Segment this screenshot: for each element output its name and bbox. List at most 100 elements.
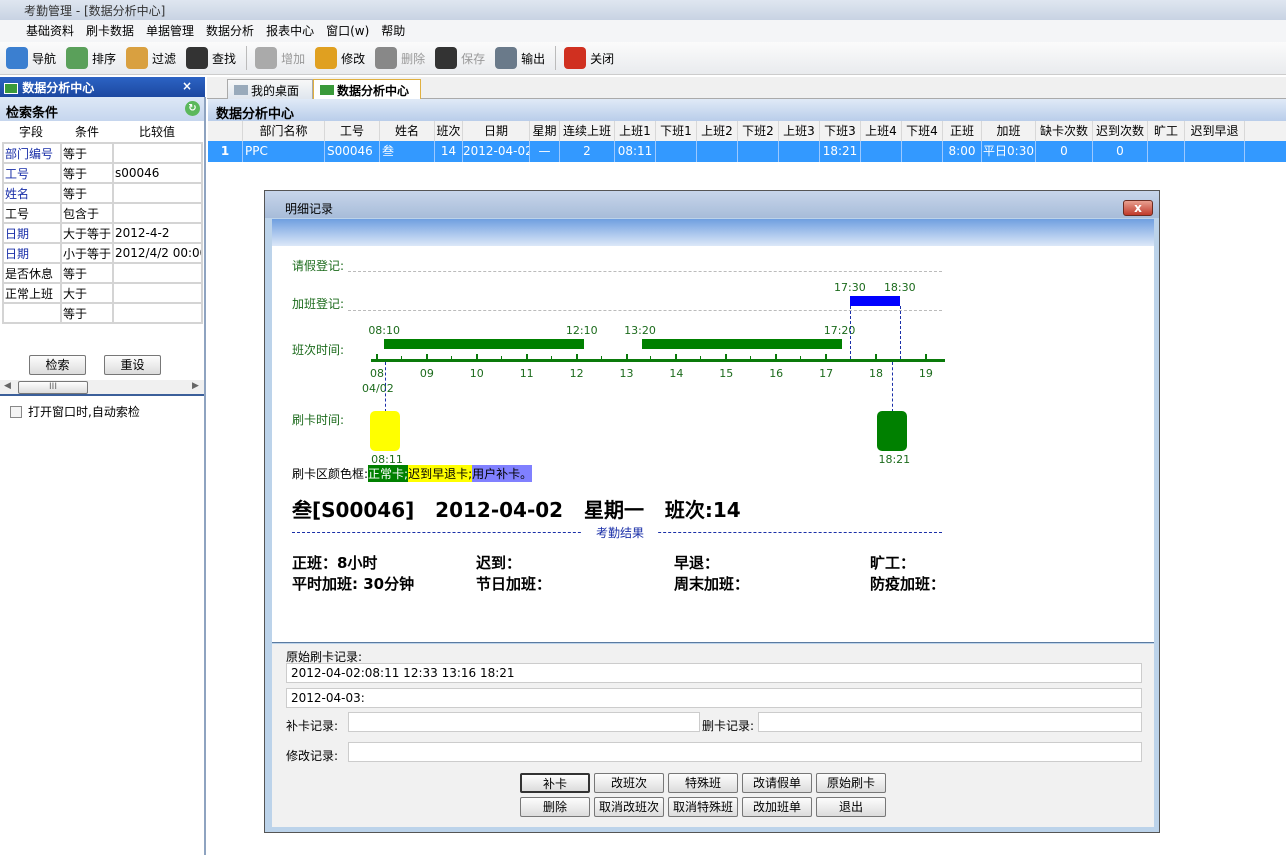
table-cell[interactable]: 平日0:30: [982, 141, 1036, 162]
punch-marker[interactable]: [370, 411, 401, 451]
toolbar-button-pencil[interactable]: 修改: [315, 47, 365, 69]
column-header[interactable]: 部门名称: [243, 121, 325, 141]
toolbar-button-binoculars[interactable]: 查找: [186, 47, 236, 69]
condition-row[interactable]: 工号 等于 s00046: [2, 162, 203, 184]
delete-record-field[interactable]: [758, 712, 1142, 732]
raw-record-line[interactable]: 2012-04-02:08:11 12:33 13:16 18:21: [286, 663, 1142, 683]
scroll-left-arrow[interactable]: ◀: [4, 381, 11, 391]
dialog-title-bar[interactable]: 明细记录: [265, 191, 1159, 218]
table-cell[interactable]: 8:00: [943, 141, 982, 162]
toolbar-button-close-circle[interactable]: 关闭: [564, 47, 614, 69]
dialog-button[interactable]: 删除: [520, 797, 590, 817]
condition-operator[interactable]: 等于: [59, 142, 115, 164]
column-header[interactable]: 上班4: [861, 121, 902, 141]
auto-search-option[interactable]: 打开窗口时,自动索检: [10, 403, 140, 420]
column-header[interactable]: 上班2: [697, 121, 738, 141]
menu-item[interactable]: 报表中心: [266, 20, 314, 42]
column-header[interactable]: 下班1: [656, 121, 697, 141]
condition-operator[interactable]: 大于: [59, 282, 115, 304]
dialog-button[interactable]: 改加班单: [742, 797, 812, 817]
toolbar-button-printer[interactable]: 输出: [495, 47, 545, 69]
dialog-button[interactable]: 改班次: [594, 773, 664, 793]
condition-value[interactable]: 2012/4/2 00:00:: [112, 242, 203, 264]
condition-field[interactable]: 正常上班: [2, 282, 62, 304]
condition-value[interactable]: [112, 262, 203, 284]
condition-field[interactable]: 部门编号: [2, 142, 62, 164]
dialog-button[interactable]: 特殊班: [668, 773, 738, 793]
toolbar-button-hourglass[interactable]: 过滤: [126, 47, 176, 69]
reset-button[interactable]: 重设: [104, 355, 161, 375]
table-cell[interactable]: [738, 141, 779, 162]
toolbar-button-minus-circle[interactable]: 删除: [375, 47, 425, 69]
dialog-button[interactable]: 原始刷卡: [816, 773, 886, 793]
column-header[interactable]: 正班: [943, 121, 982, 141]
auto-search-checkbox[interactable]: [10, 405, 22, 418]
column-header[interactable]: 下班3: [820, 121, 861, 141]
column-header[interactable]: [208, 121, 243, 141]
table-cell[interactable]: [779, 141, 820, 162]
condition-operator[interactable]: 等于: [59, 162, 115, 184]
dialog-button[interactable]: 改请假单: [742, 773, 812, 793]
menu-item[interactable]: 窗口(w): [326, 20, 369, 42]
table-cell[interactable]: [861, 141, 902, 162]
table-cell[interactable]: —: [530, 141, 560, 162]
table-row[interactable]: 1 PPC S00046 叁 14 2012-04-02—2 08:11 18:21 8:00 平…: [208, 141, 1286, 162]
refresh-icon[interactable]: ↻: [185, 101, 200, 116]
condition-value[interactable]: [112, 302, 203, 324]
condition-operator[interactable]: 大于等于: [59, 222, 115, 244]
scroll-right-arrow[interactable]: ▶: [192, 381, 199, 391]
condition-value[interactable]: [112, 282, 203, 304]
condition-field[interactable]: [2, 302, 62, 324]
condition-operator[interactable]: 小于等于: [59, 242, 115, 264]
column-header[interactable]: 迟到次数: [1093, 121, 1148, 141]
modify-record-field[interactable]: [348, 742, 1142, 762]
condition-field[interactable]: 日期: [2, 242, 62, 264]
condition-field[interactable]: 工号: [2, 162, 62, 184]
menu-item[interactable]: 单据管理: [146, 20, 194, 42]
condition-value[interactable]: [112, 142, 203, 164]
column-header[interactable]: 姓名: [380, 121, 435, 141]
table-cell[interactable]: 0: [1093, 141, 1148, 162]
column-header[interactable]: 上班1: [615, 121, 656, 141]
table-cell[interactable]: 1: [208, 141, 243, 162]
condition-value[interactable]: 2012-4-2: [112, 222, 203, 244]
dialog-button[interactable]: 取消特殊班: [668, 797, 738, 817]
condition-row[interactable]: 姓名 等于: [2, 182, 203, 204]
condition-field[interactable]: 姓名: [2, 182, 62, 204]
table-cell[interactable]: [1185, 141, 1245, 162]
toolbar-button-compass[interactable]: 导航: [6, 47, 56, 69]
column-header[interactable]: 工号: [325, 121, 380, 141]
toolbar-button-plus-circle[interactable]: 增加: [255, 47, 305, 69]
column-header[interactable]: 连续上班: [560, 121, 615, 141]
column-header[interactable]: 旷工: [1148, 121, 1185, 141]
table-cell[interactable]: [697, 141, 738, 162]
toolbar-button-floppy[interactable]: 保存: [435, 47, 485, 69]
table-cell[interactable]: 叁: [380, 141, 435, 162]
table-cell[interactable]: 2012-04-02: [463, 141, 530, 162]
table-cell[interactable]: S00046: [325, 141, 380, 162]
dialog-button[interactable]: 退出: [816, 797, 886, 817]
column-header[interactable]: 加班: [982, 121, 1036, 141]
table-cell[interactable]: 08:11: [615, 141, 656, 162]
close-panel-button[interactable]: ×: [182, 79, 192, 93]
condition-field[interactable]: 是否休息: [2, 262, 62, 284]
column-header[interactable]: 日期: [463, 121, 530, 141]
patch-record-field[interactable]: [348, 712, 700, 732]
table-cell[interactable]: 2: [560, 141, 615, 162]
column-header[interactable]: 迟到早退: [1185, 121, 1245, 141]
table-cell[interactable]: 18:21: [820, 141, 861, 162]
table-cell[interactable]: [656, 141, 697, 162]
horizontal-scrollbar[interactable]: ◀ III ▶: [0, 380, 204, 396]
condition-operator[interactable]: 等于: [59, 302, 115, 324]
condition-row[interactable]: 等于: [2, 302, 203, 324]
table-cell[interactable]: [902, 141, 943, 162]
condition-row[interactable]: 是否休息 等于: [2, 262, 203, 284]
punch-marker[interactable]: [877, 411, 908, 451]
menu-item[interactable]: 基础资料: [26, 20, 74, 42]
menu-item[interactable]: 数据分析: [206, 20, 254, 42]
toolbar-button-sort[interactable]: 排序: [66, 47, 116, 69]
column-header[interactable]: 班次: [435, 121, 463, 141]
table-cell[interactable]: PPC: [243, 141, 325, 162]
condition-row[interactable]: 工号 包含于: [2, 202, 203, 224]
condition-value[interactable]: s00046: [112, 162, 203, 184]
